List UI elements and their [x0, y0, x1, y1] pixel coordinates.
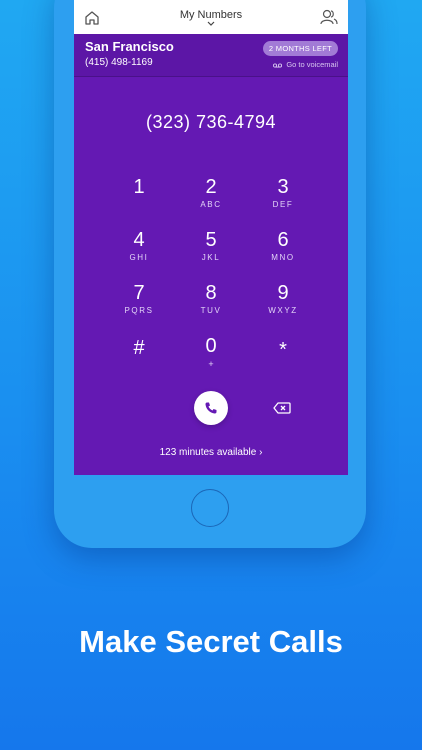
app-screen: My Numbers San Francisco (415) 498-1169 … [74, 0, 348, 475]
key-letters: GHI [129, 253, 149, 262]
key-digit: 2 [205, 176, 217, 198]
key-digit: 1 [133, 176, 145, 198]
device-home-button [191, 489, 229, 527]
key-5[interactable]: 5 JKL [181, 229, 241, 275]
key-letters: ABC [200, 200, 222, 209]
key-digit: 6 [277, 229, 289, 251]
key-9[interactable]: 9 WXYZ [253, 282, 313, 328]
key-1[interactable]: 1 [109, 176, 169, 222]
dialed-number: (323) 736-4794 [145, 112, 277, 132]
key-3[interactable]: 3 DEF [253, 176, 313, 222]
key-letters: JKL [201, 253, 221, 262]
key-hash[interactable]: # [109, 337, 169, 383]
key-digit: 4 [133, 229, 145, 251]
key-digit: 5 [205, 229, 217, 251]
number-header: San Francisco (415) 498-1169 2 MONTHS LE… [74, 34, 348, 77]
key-8[interactable]: 8 TUV [181, 282, 241, 328]
key-letters: PQRS [124, 306, 154, 315]
chevron-down-icon[interactable] [207, 21, 215, 27]
key-letters: TUV [200, 306, 222, 315]
minutes-available-link[interactable]: 123 minutes available › [74, 447, 348, 458]
key-letters: WXYZ [268, 306, 298, 315]
key-0[interactable]: 0 + [181, 335, 241, 381]
key-star[interactable]: * [253, 339, 313, 385]
voicemail-label: Go to voicemail [286, 60, 338, 69]
top-bar: My Numbers [74, 0, 348, 34]
phone-icon [205, 402, 217, 414]
key-letters: MNO [271, 253, 295, 262]
voicemail-link[interactable]: Go to voicemail [273, 60, 338, 69]
voicemail-icon [273, 62, 283, 68]
status-badge: 2 MONTHS LEFT [262, 41, 338, 56]
key-7[interactable]: 7 PQRS [109, 282, 169, 328]
promo-caption: Make Secret Calls [79, 624, 343, 659]
key-digit: * [279, 339, 287, 361]
key-letters: + [208, 359, 214, 369]
key-digit: 0 [205, 335, 217, 357]
own-number: (415) 498-1169 [85, 57, 153, 68]
backspace-icon[interactable] [273, 402, 291, 414]
key-4[interactable]: 4 GHI [109, 229, 169, 275]
key-digit: 8 [205, 282, 217, 304]
key-digit: 3 [277, 176, 289, 198]
key-digit: 7 [133, 282, 145, 304]
numbers-dropdown[interactable]: My Numbers [74, 9, 348, 21]
key-digit: # [133, 337, 145, 359]
key-2[interactable]: 2 ABC [181, 176, 241, 222]
key-letters: DEF [272, 200, 294, 209]
key-6[interactable]: 6 MNO [253, 229, 313, 275]
call-button[interactable] [194, 391, 228, 425]
city-name: San Francisco [85, 39, 174, 54]
key-digit: 9 [277, 282, 289, 304]
people-icon[interactable] [319, 8, 339, 26]
